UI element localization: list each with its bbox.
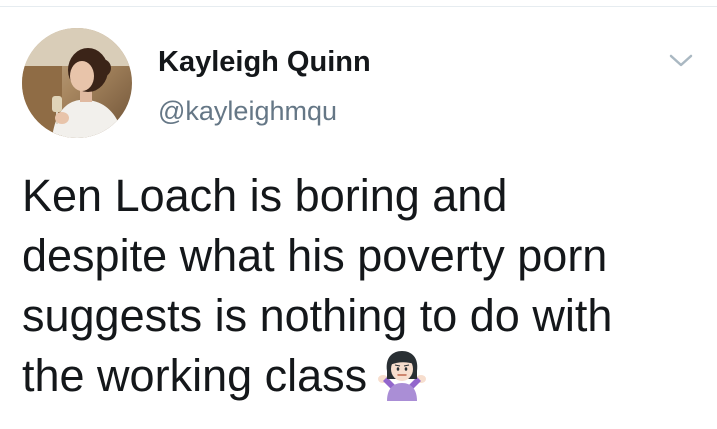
avatar[interactable] [22, 28, 132, 138]
avatar-photo [22, 28, 132, 138]
tweet-text: Ken Loach is boring and despite what his… [22, 166, 702, 406]
author-display-name[interactable]: Kayleigh Quinn [158, 45, 371, 79]
tweet-text-line-last: the working class [22, 346, 702, 406]
tweet: Kayleigh Quinn @kayleighmqu Ken Loach is… [0, 0, 717, 429]
author-handle[interactable]: @kayleighmqu [158, 95, 337, 127]
tweet-text-line: despite what his poverty porn [22, 230, 608, 281]
tweet-text-line: suggests is nothing to do with [22, 290, 613, 341]
person-shrugging-emoji [377, 349, 427, 401]
tweet-text-line: the working class [22, 350, 368, 401]
tweet-text-line: Ken Loach is boring and [22, 170, 508, 221]
chevron-down-icon [669, 54, 693, 67]
tweet-menu-button[interactable] [666, 48, 696, 74]
